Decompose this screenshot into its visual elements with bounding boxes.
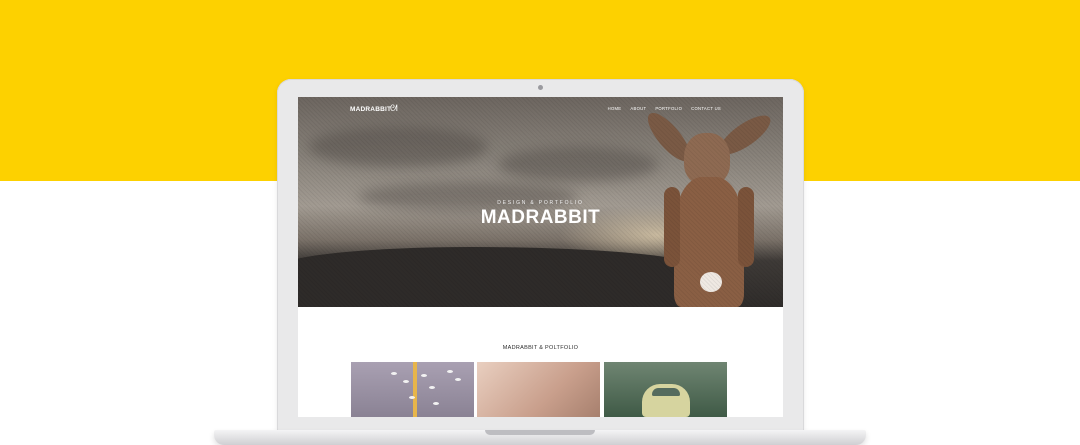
bird <box>447 370 453 373</box>
portfolio-thumb-clothespins[interactable] <box>477 362 600 417</box>
hero-subtitle: DESIGN & PORTFOLIO <box>497 200 584 206</box>
nav-about[interactable]: ABOUT <box>630 106 646 111</box>
bird <box>433 402 439 405</box>
site-logo[interactable]: MADRABBIT <box>350 106 391 113</box>
top-navigation: MADRABBIT ᘛ HOME ABOUT PORTFOLIO CONTACT… <box>298 97 783 121</box>
bird <box>421 374 427 377</box>
laptop-base <box>214 430 866 445</box>
nav-links: HOME ABOUT PORTFOLIO CONTACT US <box>608 106 721 111</box>
nav-home[interactable]: HOME <box>608 106 622 111</box>
hero-section: MADRABBIT ᘛ HOME ABOUT PORTFOLIO CONTACT… <box>298 97 783 307</box>
bird <box>455 378 461 381</box>
bird <box>429 386 435 389</box>
hero-title: MADRABBIT <box>480 207 601 228</box>
camera-dot <box>538 85 543 90</box>
laptop-notch <box>485 430 595 435</box>
laptop-screen: MADRABBIT ᘛ HOME ABOUT PORTFOLIO CONTACT… <box>298 97 783 417</box>
rabbit-icon[interactable]: ᘛ <box>390 103 398 114</box>
nav-portfolio[interactable]: PORTFOLIO <box>655 106 682 111</box>
car-window <box>652 388 680 396</box>
bird <box>409 396 415 399</box>
road-line <box>413 362 417 417</box>
portfolio-section-title: MADRABBIT & POLTFOLIO <box>502 345 579 351</box>
portfolio-thumb-vintage-car[interactable] <box>604 362 727 417</box>
nav-contact[interactable]: CONTACT US <box>691 106 721 111</box>
bird <box>391 372 397 375</box>
bird <box>403 380 409 383</box>
portfolio-thumb-road-birds[interactable] <box>351 362 474 417</box>
